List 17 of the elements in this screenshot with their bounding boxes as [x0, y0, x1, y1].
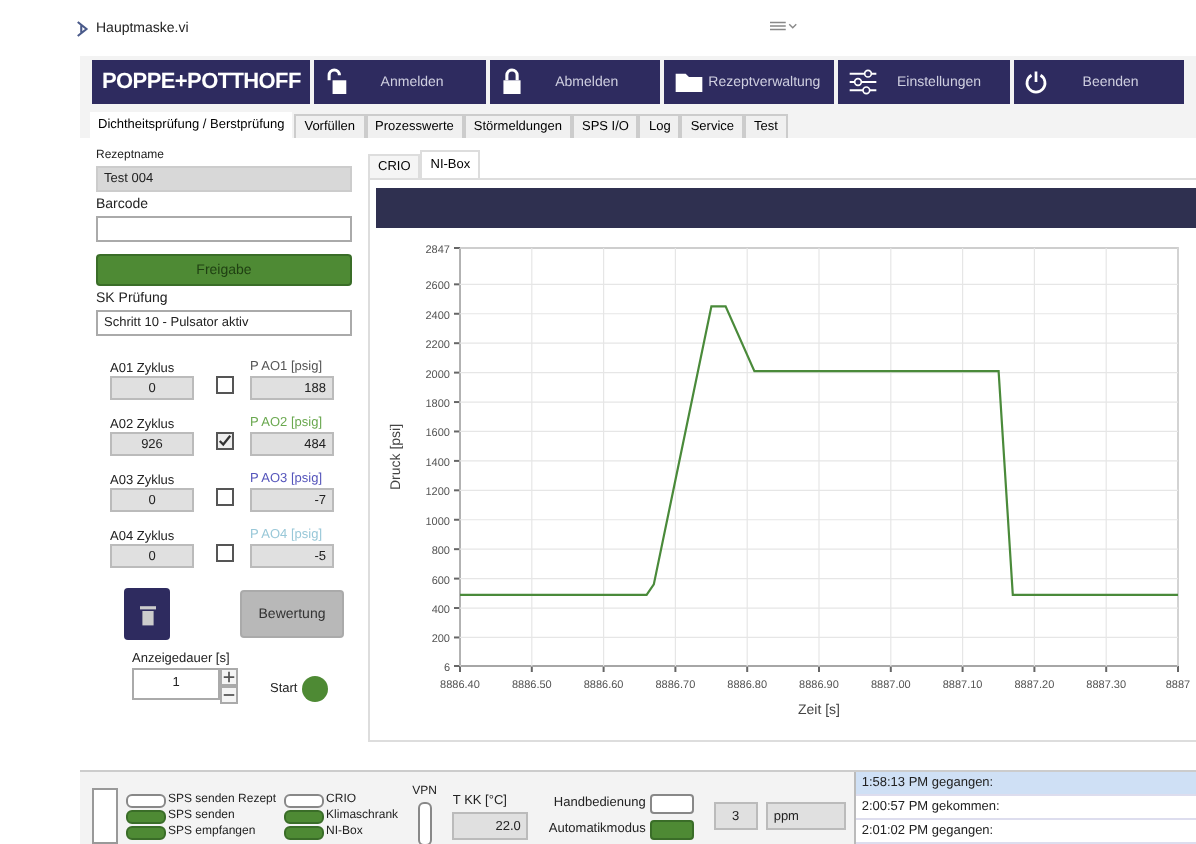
increment-icon[interactable] — [220, 668, 238, 686]
power-icon — [1023, 68, 1048, 96]
checkbox[interactable] — [216, 376, 234, 394]
trash-icon — [139, 603, 155, 625]
sliders-icon — [848, 68, 879, 96]
logo: POPPE+POTTHOFF — [92, 60, 311, 104]
checkbox[interactable] — [216, 432, 234, 450]
padlock-icon — [499, 68, 524, 96]
checkbox[interactable] — [216, 488, 234, 506]
menu-icon[interactable] — [770, 20, 798, 32]
delete-button[interactable] — [124, 588, 170, 640]
unlocked-padlock-icon — [324, 68, 349, 96]
checkbox[interactable] — [216, 544, 234, 562]
folder-icon — [674, 68, 705, 96]
barcode-field[interactable] — [96, 216, 352, 242]
app-icon — [76, 19, 90, 37]
decrement-icon[interactable] — [220, 686, 238, 704]
